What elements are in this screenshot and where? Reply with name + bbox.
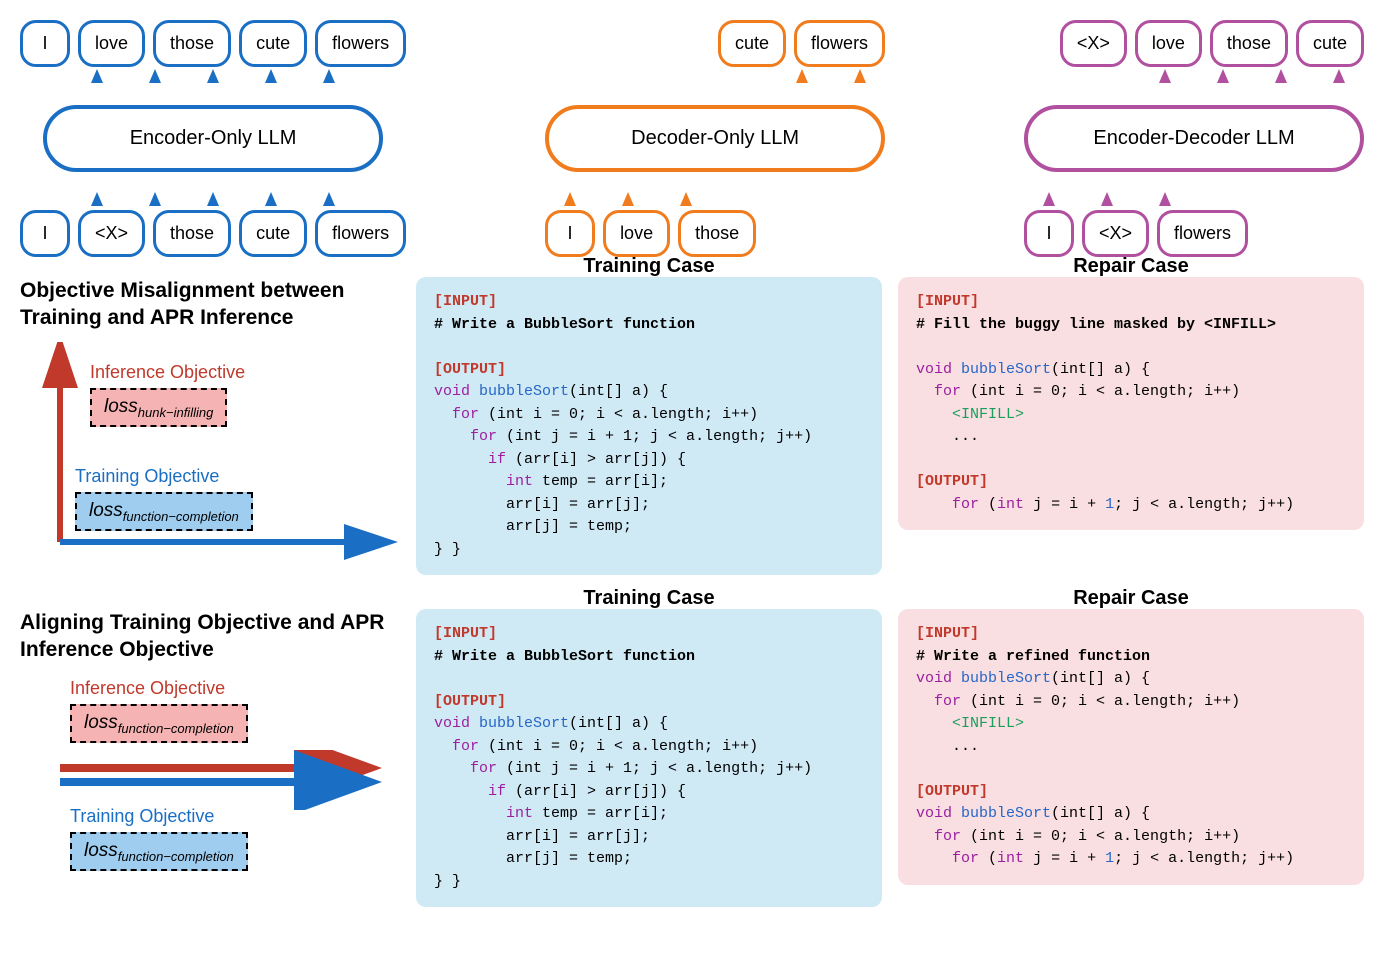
- token: I: [20, 20, 70, 67]
- arrow-up-icon: [854, 69, 866, 83]
- input-label: [INPUT]: [916, 623, 1346, 646]
- output-tokens: cute flowers: [545, 20, 885, 67]
- arrow-up-icon: [265, 69, 277, 83]
- arrow-up-icon: [91, 192, 103, 206]
- input-comment: # Fill the buggy line masked by <INFILL>: [916, 314, 1346, 337]
- token: those: [1210, 20, 1288, 67]
- arrow-up-icon: [564, 192, 576, 206]
- token: those: [678, 210, 756, 257]
- encoder-only-llm: I love those cute flowers Encoder-Only L…: [20, 20, 406, 257]
- input-comment: # Write a BubbleSort function: [434, 646, 864, 669]
- arrow-up-icon: [796, 69, 808, 83]
- decoder-only-llm: cute flowers Decoder-Only LLM I love tho…: [545, 20, 885, 257]
- training-case-panel: [INPUT] # Write a BubbleSort function [O…: [416, 277, 882, 575]
- llm-body: Encoder-Only LLM: [43, 105, 383, 172]
- token: I: [20, 210, 70, 257]
- misalignment-title: Objective Misalignment between Training …: [20, 277, 400, 332]
- training-loss-box: lossfunction−completion: [70, 832, 248, 872]
- code-block: void bubbleSort(int[] a) { for (int i = …: [916, 668, 1346, 758]
- code-block: void bubbleSort(int[] a) { for (int i = …: [916, 359, 1346, 449]
- input-comment: # Write a refined function: [916, 646, 1346, 669]
- output-label: [OUTPUT]: [434, 359, 864, 382]
- token: <X>: [78, 210, 145, 257]
- arrow-up-icon: [323, 69, 335, 83]
- input-label: [INPUT]: [434, 623, 864, 646]
- repair-case-panel-2: [INPUT] # Write a refined function void …: [898, 609, 1364, 885]
- code-output: for (int j = i + 1; j < a.length; j++): [916, 494, 1346, 517]
- arrow-up-icon: [1217, 69, 1229, 83]
- token: flowers: [315, 20, 406, 67]
- alignment-chart: Inference Objective lossfunction−complet…: [20, 672, 400, 902]
- token: I: [1024, 210, 1074, 257]
- output-label: [OUTPUT]: [434, 691, 864, 714]
- inference-loss-box: lossfunction−completion: [70, 704, 248, 744]
- arrow-up-icon: [1101, 192, 1113, 206]
- input-label: [INPUT]: [434, 291, 864, 314]
- arrow-up-icon: [323, 192, 335, 206]
- training-objective-label: Training Objective: [70, 806, 214, 827]
- input-comment: # Write a BubbleSort function: [434, 314, 864, 337]
- encoder-decoder-llm: <X> love those cute Encoder-Decoder LLM …: [1024, 20, 1364, 257]
- inference-objective-label: Inference Objective: [70, 678, 225, 699]
- llm-body: Encoder-Decoder LLM: [1024, 105, 1364, 172]
- token: flowers: [794, 20, 885, 67]
- token: I: [545, 210, 595, 257]
- training-case-title: Training Case: [583, 255, 714, 278]
- token: <X>: [1060, 20, 1127, 67]
- input-tokens: I <X> flowers: [1024, 210, 1364, 257]
- arrow-up-icon: [1159, 192, 1171, 206]
- training-case-title: Training Case: [583, 587, 714, 610]
- llm-body: Decoder-Only LLM: [545, 105, 885, 172]
- misalignment-chart: Inference Objective losshunk−infilling T…: [20, 342, 400, 562]
- arrow-up-icon: [1043, 192, 1055, 206]
- arrow-up-icon: [207, 69, 219, 83]
- output-tokens: I love those cute flowers: [20, 20, 406, 67]
- output-label: [OUTPUT]: [916, 471, 1346, 494]
- input-label: [INPUT]: [916, 291, 1346, 314]
- code-output: void bubbleSort(int[] a) { for (int i = …: [916, 803, 1346, 871]
- token: <X>: [1082, 210, 1149, 257]
- arrow-up-icon: [1333, 69, 1345, 83]
- token: those: [153, 20, 231, 67]
- token: love: [603, 210, 670, 257]
- misalignment-row: Objective Misalignment between Training …: [20, 277, 1364, 575]
- inference-objective-label: Inference Objective: [90, 362, 245, 383]
- arrow-up-icon: [207, 192, 219, 206]
- llm-architectures: I love those cute flowers Encoder-Only L…: [20, 20, 1364, 257]
- arrow-up-icon: [1275, 69, 1287, 83]
- code-block: void bubbleSort(int[] a) { for (int i = …: [434, 713, 864, 893]
- token: flowers: [1157, 210, 1248, 257]
- token: love: [1135, 20, 1202, 67]
- output-label: [OUTPUT]: [916, 781, 1346, 804]
- token: love: [78, 20, 145, 67]
- arrow-up-icon: [680, 192, 692, 206]
- arrow-up-icon: [149, 192, 161, 206]
- alignment-title: Aligning Training Objective and APR Infe…: [20, 609, 400, 664]
- token: cute: [718, 20, 786, 67]
- input-tokens: I <X> those cute flowers: [20, 210, 406, 257]
- code-block: void bubbleSort(int[] a) { for (int i = …: [434, 381, 864, 561]
- training-case-panel-2: [INPUT] # Write a BubbleSort function [O…: [416, 609, 882, 907]
- repair-case-title: Repair Case: [1073, 255, 1189, 278]
- repair-case-panel: [INPUT] # Fill the buggy line masked by …: [898, 277, 1364, 530]
- alignment-row: Aligning Training Objective and APR Infe…: [20, 609, 1364, 907]
- repair-case-title: Repair Case: [1073, 587, 1189, 610]
- arrow-up-icon: [265, 192, 277, 206]
- arrow-up-icon: [149, 69, 161, 83]
- input-tokens: I love those: [545, 210, 885, 257]
- arrow-up-icon: [622, 192, 634, 206]
- arrow-up-icon: [1159, 69, 1171, 83]
- token: cute: [239, 20, 307, 67]
- token: cute: [239, 210, 307, 257]
- token: those: [153, 210, 231, 257]
- token: flowers: [315, 210, 406, 257]
- output-tokens: <X> love those cute: [1024, 20, 1364, 67]
- training-loss-box: lossfunction−completion: [75, 492, 253, 532]
- token: cute: [1296, 20, 1364, 67]
- arrow-up-icon: [91, 69, 103, 83]
- inference-loss-box: losshunk−infilling: [90, 388, 227, 428]
- training-objective-label: Training Objective: [75, 466, 219, 487]
